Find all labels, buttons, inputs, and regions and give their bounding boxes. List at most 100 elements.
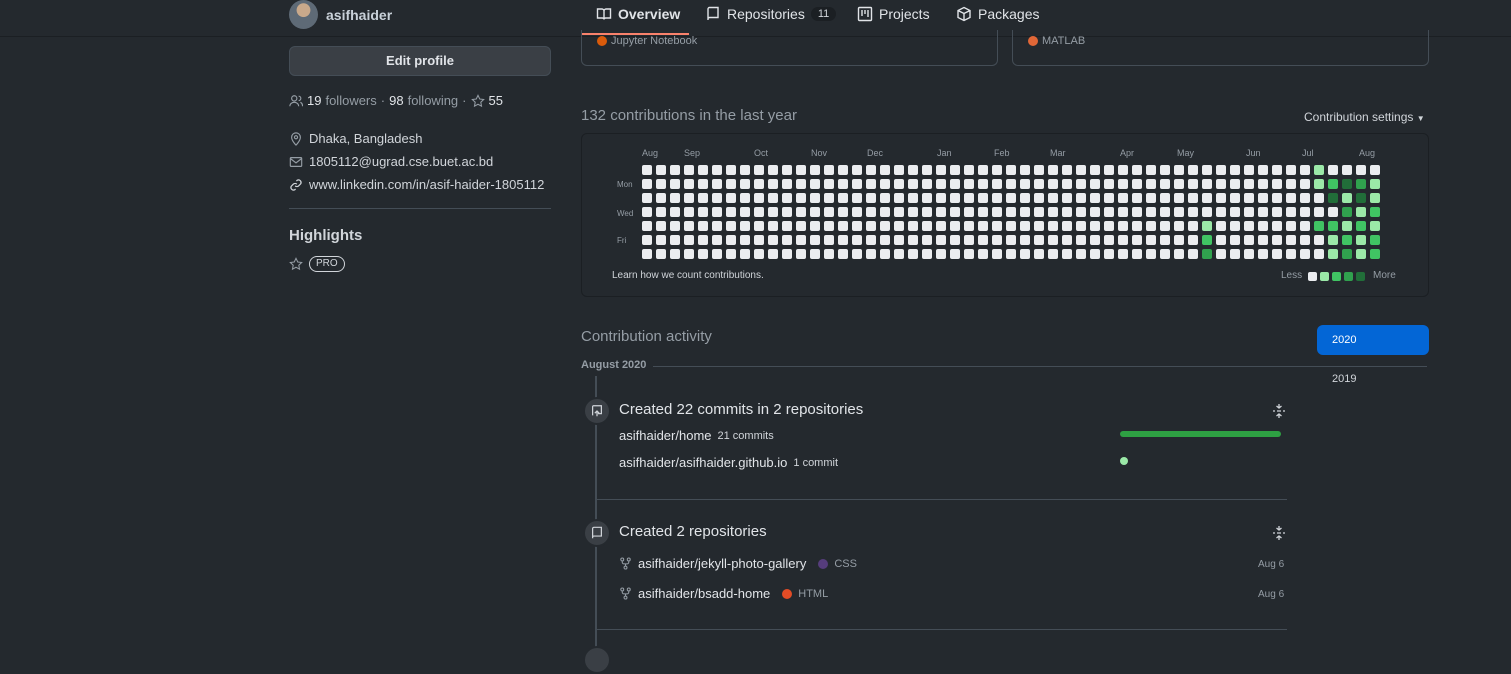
contribution-day[interactable]: [964, 165, 974, 175]
contribution-day[interactable]: [1244, 221, 1254, 231]
contribution-day[interactable]: [1174, 207, 1184, 217]
contribution-day[interactable]: [1202, 221, 1212, 231]
contribution-day[interactable]: [754, 193, 764, 203]
contribution-day[interactable]: [866, 235, 876, 245]
contribution-day[interactable]: [1202, 179, 1212, 189]
contribution-day[interactable]: [810, 221, 820, 231]
contribution-day[interactable]: [1020, 235, 1030, 245]
contribution-day[interactable]: [1244, 235, 1254, 245]
contribution-day[interactable]: [1104, 193, 1114, 203]
contribution-day[interactable]: [1328, 165, 1338, 175]
contribution-day[interactable]: [1034, 249, 1044, 259]
contribution-day[interactable]: [894, 221, 904, 231]
contribution-day[interactable]: [922, 235, 932, 245]
contribution-day[interactable]: [1062, 193, 1072, 203]
contribution-day[interactable]: [936, 249, 946, 259]
contribution-day[interactable]: [992, 221, 1002, 231]
contribution-day[interactable]: [1104, 221, 1114, 231]
contribution-day[interactable]: [656, 235, 666, 245]
contribution-day[interactable]: [1146, 165, 1156, 175]
contribution-day[interactable]: [684, 193, 694, 203]
contribution-day[interactable]: [1356, 179, 1366, 189]
contribution-day[interactable]: [712, 249, 722, 259]
contribution-day[interactable]: [936, 221, 946, 231]
contribution-day[interactable]: [1020, 193, 1030, 203]
contribution-day[interactable]: [1258, 165, 1268, 175]
contribution-day[interactable]: [978, 235, 988, 245]
contribution-day[interactable]: [1286, 179, 1296, 189]
contribution-day[interactable]: [754, 221, 764, 231]
contribution-day[interactable]: [1062, 249, 1072, 259]
contribution-day[interactable]: [1160, 179, 1170, 189]
contribution-day[interactable]: [880, 221, 890, 231]
contribution-day[interactable]: [880, 165, 890, 175]
contribution-day[interactable]: [1342, 165, 1352, 175]
following-link[interactable]: following: [408, 93, 459, 108]
followers-link[interactable]: followers: [325, 93, 376, 108]
contribution-day[interactable]: [768, 235, 778, 245]
contribution-day[interactable]: [1356, 165, 1366, 175]
contribution-day[interactable]: [880, 249, 890, 259]
contribution-day[interactable]: [1034, 235, 1044, 245]
contribution-day[interactable]: [964, 179, 974, 189]
contribution-day[interactable]: [950, 221, 960, 231]
contribution-day[interactable]: [950, 179, 960, 189]
contribution-day[interactable]: [936, 179, 946, 189]
contribution-day[interactable]: [754, 249, 764, 259]
contribution-day[interactable]: [1048, 249, 1058, 259]
contribution-day[interactable]: [1034, 193, 1044, 203]
contribution-day[interactable]: [1272, 193, 1282, 203]
contribution-day[interactable]: [908, 179, 918, 189]
contribution-day[interactable]: [1356, 207, 1366, 217]
contribution-day[interactable]: [642, 193, 652, 203]
contribution-day[interactable]: [1356, 193, 1366, 203]
year-2019-button[interactable]: 2019: [1332, 373, 1356, 385]
contribution-day[interactable]: [1174, 165, 1184, 175]
contribution-day[interactable]: [740, 235, 750, 245]
tab-overview[interactable]: Overview: [596, 6, 680, 22]
contribution-day[interactable]: [656, 165, 666, 175]
commits-heading[interactable]: Created 22 commits in 2 repositories: [619, 401, 863, 418]
contribution-day[interactable]: [796, 165, 806, 175]
contribution-day[interactable]: [740, 179, 750, 189]
contribution-day[interactable]: [1188, 165, 1198, 175]
contribution-day[interactable]: [1104, 207, 1114, 217]
followers-count[interactable]: 19: [307, 93, 321, 108]
contribution-day[interactable]: [922, 249, 932, 259]
contribution-day[interactable]: [1202, 249, 1212, 259]
contribution-day[interactable]: [796, 235, 806, 245]
contribution-day[interactable]: [1370, 193, 1380, 203]
contribution-day[interactable]: [1132, 179, 1142, 189]
contribution-day[interactable]: [1356, 235, 1366, 245]
contribution-day[interactable]: [978, 249, 988, 259]
contribution-day[interactable]: [1216, 221, 1226, 231]
contribution-day[interactable]: [1258, 221, 1268, 231]
contribution-day[interactable]: [1076, 221, 1086, 231]
contribution-day[interactable]: [824, 221, 834, 231]
contribution-day[interactable]: [1118, 249, 1128, 259]
contribution-day[interactable]: [866, 249, 876, 259]
contribution-day[interactable]: [1118, 207, 1128, 217]
contribution-day[interactable]: [1272, 207, 1282, 217]
contribution-day[interactable]: [978, 179, 988, 189]
contribution-day[interactable]: [740, 165, 750, 175]
contribution-day[interactable]: [1188, 235, 1198, 245]
contribution-day[interactable]: [922, 179, 932, 189]
contribution-day[interactable]: [796, 207, 806, 217]
contribution-day[interactable]: [908, 193, 918, 203]
contribution-day[interactable]: [1160, 193, 1170, 203]
website-link[interactable]: www.linkedin.com/in/asif-haider-1805112: [309, 177, 544, 192]
contribution-day[interactable]: [1370, 249, 1380, 259]
contribution-day[interactable]: [1020, 179, 1030, 189]
contribution-day[interactable]: [768, 165, 778, 175]
contribution-day[interactable]: [1188, 193, 1198, 203]
contribution-day[interactable]: [754, 179, 764, 189]
contribution-day[interactable]: [1300, 249, 1310, 259]
contribution-day[interactable]: [754, 235, 764, 245]
contribution-day[interactable]: [1342, 249, 1352, 259]
repo-link[interactable]: asifhaider/bsadd-home: [638, 586, 770, 601]
contribution-day[interactable]: [1048, 207, 1058, 217]
contribution-day[interactable]: [768, 193, 778, 203]
contribution-day[interactable]: [1174, 235, 1184, 245]
contribution-day[interactable]: [936, 207, 946, 217]
